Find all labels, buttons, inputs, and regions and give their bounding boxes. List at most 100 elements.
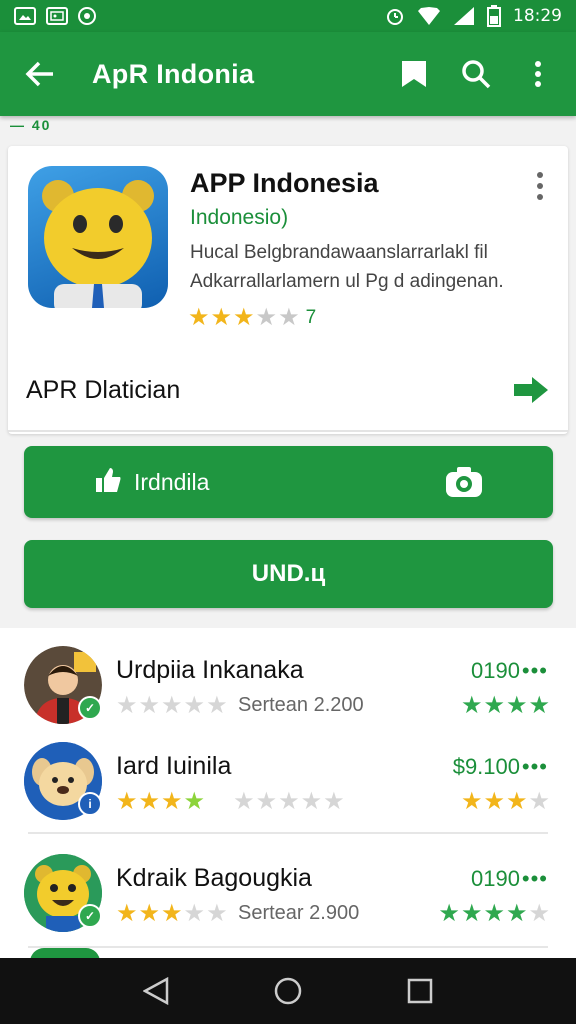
app-title: APP Indonesia <box>190 168 379 198</box>
star-icon: ★ <box>255 788 278 815</box>
list-item[interactable]: ✓ Urdpiia Inkanaka ★ ★ ★ ★ ★ Sertean 2.200 0… <box>24 632 552 732</box>
signal-icon <box>454 7 474 25</box>
app-detail-card: APP Indonesia Indonesio) Hucal Belgbrand… <box>8 146 568 434</box>
divider <box>8 430 568 432</box>
star-icon: ★ <box>183 692 206 719</box>
star-icon: ★ <box>233 788 255 815</box>
more-vert-icon[interactable] <box>534 170 546 202</box>
item-right-stars: ★ ★ ★ ★ <box>461 694 550 718</box>
star-icon: ★ <box>483 788 505 815</box>
star-icon: ★ <box>138 900 161 927</box>
app-bar: ApR Indonia <box>0 32 576 116</box>
rating-count: 7 <box>305 307 317 328</box>
description-line: Hucal Belgbrandawaanslarrarlakl fil <box>190 242 488 263</box>
star-icon: ★ <box>278 788 300 815</box>
star-icon: ★ <box>528 788 550 815</box>
home-circle-icon[interactable] <box>268 971 308 1011</box>
status-time: 18:29 <box>513 6 562 26</box>
item-price: 0190 <box>471 658 520 683</box>
photo-icon <box>14 7 36 25</box>
star-icon: ★ <box>505 900 528 927</box>
app-subtitle[interactable]: Indonesio) <box>190 206 288 230</box>
item-name: Kdraik Bagougkia <box>116 864 312 892</box>
app-list: ✓ Urdpiia Inkanaka ★ ★ ★ ★ ★ Sertean 2.200 0… <box>0 628 576 958</box>
star-icon: ★ <box>161 900 183 927</box>
item-price: $9.100 <box>452 754 520 779</box>
primary-button[interactable]: Irdndila <box>24 446 553 518</box>
star-icon: ★ <box>528 692 550 719</box>
app-bar-title: ApR Indonia <box>92 58 255 89</box>
thumbs-up-icon <box>94 466 122 499</box>
item-right-stars: ★ ★ ★ ★ ★ <box>438 902 550 926</box>
star-icon: ★ <box>505 788 528 815</box>
item-rating-stars: ★ ★ ★ ★ ★ ★ ★ ★ ★ <box>116 790 345 814</box>
status-bar: 18:29 <box>0 0 576 32</box>
app-rating: ★ ★ ★ ★ ★ 7 <box>188 306 316 330</box>
app-icon-bear[interactable] <box>28 166 168 308</box>
system-nav-bar <box>0 958 576 1024</box>
arrow-back-icon[interactable] <box>20 54 60 94</box>
star-icon: ★ <box>323 788 345 815</box>
star-icon: ★ <box>438 900 460 927</box>
item-rating-stars: ★ ★ ★ ★ ★ <box>116 902 228 926</box>
more-dots-icon[interactable]: ••• <box>522 658 548 684</box>
divider <box>28 832 548 834</box>
star-icon: ★ <box>255 304 278 331</box>
star-icon: ★ <box>483 692 505 719</box>
wifi-icon <box>418 7 440 25</box>
star-icon: ★ <box>183 788 206 815</box>
star-icon: ★ <box>528 900 550 927</box>
star-icon: ★ <box>138 788 161 815</box>
camera-icon[interactable] <box>445 466 483 498</box>
developer-label: APR Dlatician <box>26 375 181 404</box>
install-button[interactable]: UND.ц <box>24 540 553 608</box>
list-item[interactable]: ✓ Kdraik Bagougkia ★ ★ ★ ★ ★ Sertear 2.900 0… <box>24 840 552 940</box>
star-icon: ★ <box>233 304 255 331</box>
arrow-right-icon[interactable] <box>514 377 550 403</box>
star-icon: ★ <box>116 788 138 815</box>
partial-label: — 40 <box>10 117 52 133</box>
developer-row[interactable]: APR Dlatician <box>26 370 550 410</box>
rating-stars: ★ ★ ★ ★ ★ <box>188 306 300 330</box>
back-triangle-icon[interactable] <box>136 971 176 1011</box>
star-icon: ★ <box>300 788 323 815</box>
star-icon: ★ <box>116 692 138 719</box>
star-icon: ★ <box>278 304 300 331</box>
star-icon: ★ <box>138 692 161 719</box>
image-icon <box>46 7 68 25</box>
item-rating-stars: ★ ★ ★ ★ ★ <box>116 694 228 718</box>
item-meta: Sertean 2.200 <box>238 694 364 716</box>
star-icon: ★ <box>460 692 483 719</box>
more-dots-icon[interactable]: ••• <box>522 754 548 780</box>
battery-icon <box>487 5 501 27</box>
star-icon: ★ <box>116 900 138 927</box>
divider <box>28 946 548 948</box>
verified-badge-icon: ✓ <box>78 904 102 928</box>
star-icon: ★ <box>206 900 228 927</box>
item-name: Urdpiia Inkanaka <box>116 656 304 684</box>
item-name: Iard Iuinila <box>116 752 232 780</box>
star-icon: ★ <box>505 692 528 719</box>
description-line: Adkarrallarlamern ul Pg d adingenan. <box>190 271 504 292</box>
list-item[interactable]: i Iard Iuinila ★ ★ ★ ★ ★ ★ ★ ★ ★ $9.100 ••• ★ ★ ★… <box>24 728 552 828</box>
star-icon: ★ <box>161 788 183 815</box>
star-icon: ★ <box>460 788 483 815</box>
star-icon: ★ <box>161 692 183 719</box>
star-icon: ★ <box>483 900 505 927</box>
star-icon: ★ <box>210 304 233 331</box>
more-dots-icon[interactable]: ••• <box>522 866 548 892</box>
recents-square-icon[interactable] <box>400 971 440 1011</box>
search-icon[interactable] <box>458 56 494 92</box>
item-meta: Sertear 2.900 <box>238 902 360 924</box>
bookmark-icon[interactable] <box>396 56 432 92</box>
star-icon: ★ <box>183 900 206 927</box>
more-vert-icon[interactable] <box>520 56 556 92</box>
primary-button-label: Irdndila <box>134 468 210 495</box>
star-icon: ★ <box>188 304 210 331</box>
star-icon: ★ <box>460 900 483 927</box>
alarm-icon <box>387 9 403 25</box>
item-price: 0190 <box>471 866 520 891</box>
item-right-stars: ★ ★ ★ ★ <box>461 790 550 814</box>
verified-badge-icon: ✓ <box>78 696 102 720</box>
star-icon: ★ <box>206 692 228 719</box>
